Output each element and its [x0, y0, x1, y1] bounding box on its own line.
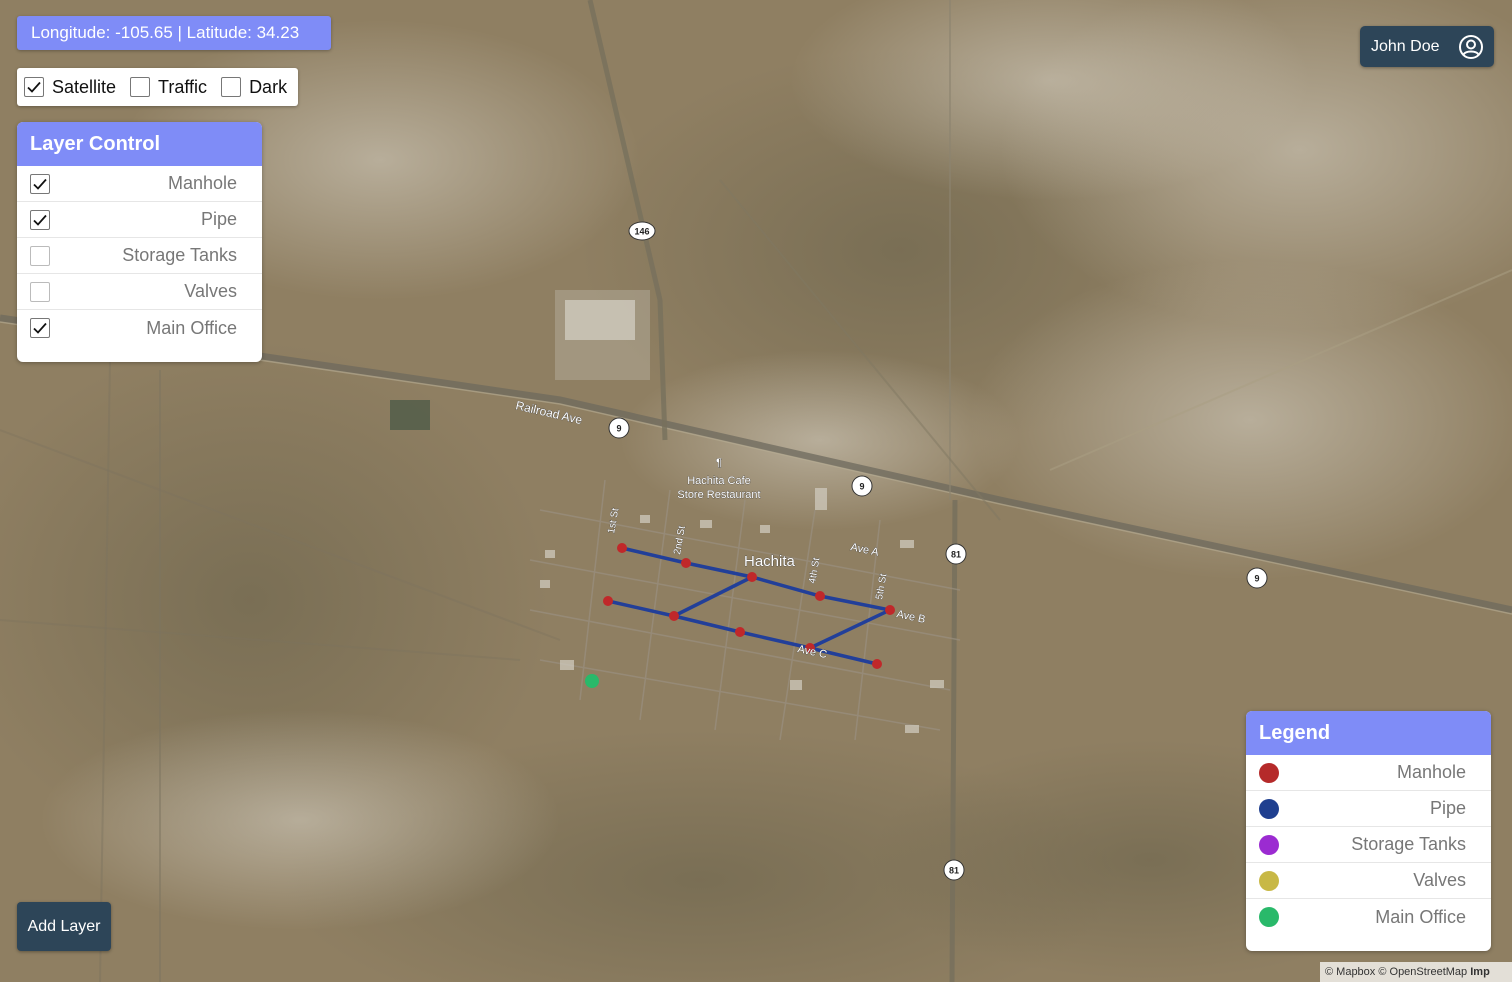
layer-row-manhole[interactable]: Manhole: [17, 166, 262, 202]
route-shield-146: 146: [628, 221, 656, 241]
legend-item-manhole: Manhole: [1246, 755, 1491, 791]
route-shield-9: 9: [1246, 567, 1268, 589]
layer-control-title: Layer Control: [17, 122, 262, 166]
manhole-marker[interactable]: [735, 627, 745, 637]
manhole-marker[interactable]: [681, 558, 691, 568]
route-shield-label: 9: [616, 424, 621, 434]
main-office-swatch: [1259, 907, 1279, 927]
route-shield-label: 146: [634, 227, 649, 237]
map-attribution: © Mapbox © OpenStreetMap Imp: [1320, 962, 1512, 982]
route-shield-label: 9: [1254, 574, 1259, 584]
traffic-label: Traffic: [158, 76, 208, 97]
town-label: Hachita: [744, 553, 796, 570]
dark-checkbox[interactable]: [221, 77, 242, 97]
layer-row-pipe[interactable]: Pipe: [17, 202, 262, 238]
traffic-checkbox[interactable]: [130, 77, 151, 97]
poi-label: Store Restaurant: [677, 489, 760, 501]
pipe-swatch: [1259, 798, 1279, 819]
legend-item-storage-tanks: Storage Tanks: [1246, 827, 1491, 863]
checkmark-icon: [27, 81, 41, 93]
toggle-traffic[interactable]: Traffic: [130, 77, 207, 98]
manhole-marker[interactable]: [603, 596, 613, 606]
account-circle-icon: [1458, 34, 1484, 60]
map-style-toggles: Satellite Traffic Dark: [17, 68, 298, 106]
layer-label: Storage Tanks: [122, 245, 237, 265]
layer-label: Pipe: [200, 209, 237, 229]
add-layer-button[interactable]: Add Layer: [17, 902, 111, 951]
dark-label: Dark: [249, 76, 288, 97]
route-shield-9: 9: [851, 475, 873, 497]
layer-checkbox-valves[interactable]: [30, 281, 50, 302]
legend-label: Storage Tanks: [1351, 834, 1466, 854]
user-name: John Doe: [1371, 37, 1440, 55]
layer-row-valves[interactable]: Valves: [17, 274, 262, 310]
legend-label: Pipe: [1429, 798, 1466, 818]
checkmark-icon: [33, 178, 47, 190]
route-shield-label: 9: [859, 482, 864, 492]
toggle-dark[interactable]: Dark: [221, 77, 287, 98]
route-shield-label: 81: [949, 866, 959, 876]
legend-label: Valves: [1413, 870, 1466, 890]
manhole-marker[interactable]: [669, 611, 679, 621]
legend-panel: Legend Manhole Pipe Storage Tanks Valves…: [1246, 711, 1491, 951]
storage-tanks-swatch: [1259, 834, 1279, 855]
layer-label: Valves: [184, 281, 237, 301]
manhole-marker[interactable]: [885, 605, 895, 615]
legend-item-pipe: Pipe: [1246, 791, 1491, 827]
layer-checkbox-main-office[interactable]: [30, 318, 50, 338]
layer-checkbox-pipe[interactable]: [30, 209, 50, 230]
legend-title: Legend: [1246, 711, 1491, 755]
latitude-text: | Latitude: 34.23: [172, 23, 300, 42]
legend-item-main-office: Main Office: [1246, 899, 1491, 935]
satellite-label: Satellite: [52, 76, 117, 97]
layer-checkbox-storage-tanks[interactable]: [30, 245, 50, 266]
route-shield-81: 81: [943, 859, 965, 881]
valves-swatch: [1259, 870, 1279, 891]
satellite-checkbox[interactable]: [24, 77, 44, 97]
route-shield-81: 81: [945, 543, 967, 565]
manhole-marker[interactable]: [747, 572, 757, 582]
layer-control-panel: Layer Control Manhole Pipe Storage Tanks…: [17, 122, 262, 362]
manhole-marker[interactable]: [815, 591, 825, 601]
improve-map-link[interactable]: Imp: [1470, 966, 1490, 978]
route-shield-9: 9: [608, 417, 630, 439]
manhole-marker[interactable]: [617, 543, 627, 553]
legend-label: Manhole: [1396, 762, 1466, 782]
legend-label: Main Office: [1375, 906, 1466, 927]
layer-label: Main Office: [146, 317, 237, 338]
longitude-text: Longitude: -105.65: [31, 23, 173, 42]
coordinate-readout: Longitude: -105.65 | Latitude: 34.23: [17, 16, 331, 50]
layer-row-main-office[interactable]: Main Office: [17, 310, 262, 346]
main-office-marker[interactable]: [585, 674, 599, 688]
toggle-satellite[interactable]: Satellite: [24, 77, 116, 98]
attribution-text: © Mapbox © OpenStreetMap: [1325, 966, 1471, 978]
layer-checkbox-manhole[interactable]: [30, 173, 50, 194]
restaurant-icon: ¶: [716, 457, 722, 469]
poi-label: Hachita Cafe: [687, 475, 751, 487]
user-account-button[interactable]: John Doe: [1360, 26, 1494, 67]
checkmark-icon: [33, 322, 47, 334]
route-shield-label: 81: [951, 550, 961, 560]
layer-label: Manhole: [167, 173, 237, 193]
layer-row-storage-tanks[interactable]: Storage Tanks: [17, 238, 262, 274]
manhole-marker[interactable]: [872, 659, 882, 669]
checkmark-icon: [33, 214, 47, 226]
legend-item-valves: Valves: [1246, 863, 1491, 899]
manhole-swatch: [1259, 762, 1279, 783]
